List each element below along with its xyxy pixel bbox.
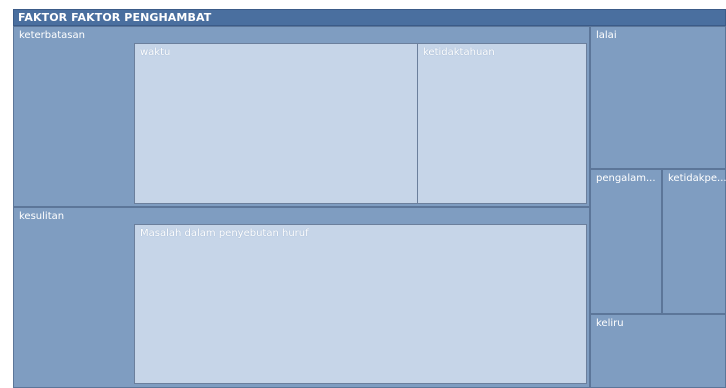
tile-waktu[interactable]: waktu [134,43,418,204]
tile-label-keliru: keliru [596,318,624,329]
tile-pengalaman[interactable]: pengalam... [590,169,662,314]
tile-label-masalah-penyebutan-huruf: Masalah dalam penyebutan huruf [140,228,309,239]
tile-keterbatasan[interactable]: keterbatasan waktu ketidaktahuan [13,26,590,207]
tile-keliru[interactable]: keliru [590,314,726,388]
tile-label-ketidakpe: ketidakpe... [668,173,726,184]
tile-masalah-penyebutan-huruf[interactable]: Masalah dalam penyebutan huruf [134,224,587,384]
chart-title: FAKTOR FAKTOR PENGHAMBAT [18,11,212,24]
tile-label-waktu: waktu [140,47,171,58]
treemap-chart: FAKTOR FAKTOR PENGHAMBAT keterbatasan wa… [0,0,726,388]
tile-kesulitan[interactable]: kesulitan Masalah dalam penyebutan huruf [13,207,590,388]
tile-lalai[interactable]: lalai [590,26,726,169]
tile-ketidaktahuan[interactable]: ketidaktahuan [417,43,587,204]
tile-label-kesulitan: kesulitan [19,211,65,222]
tile-label-pengalaman: pengalam... [596,173,656,184]
tile-label-lalai: lalai [596,30,617,41]
tile-label-ketidaktahuan: ketidaktahuan [423,47,495,58]
chart-title-bar: FAKTOR FAKTOR PENGHAMBAT [13,9,726,26]
tile-label-keterbatasan: keterbatasan [19,30,85,41]
tile-ketidakpe[interactable]: ketidakpe... [662,169,726,314]
